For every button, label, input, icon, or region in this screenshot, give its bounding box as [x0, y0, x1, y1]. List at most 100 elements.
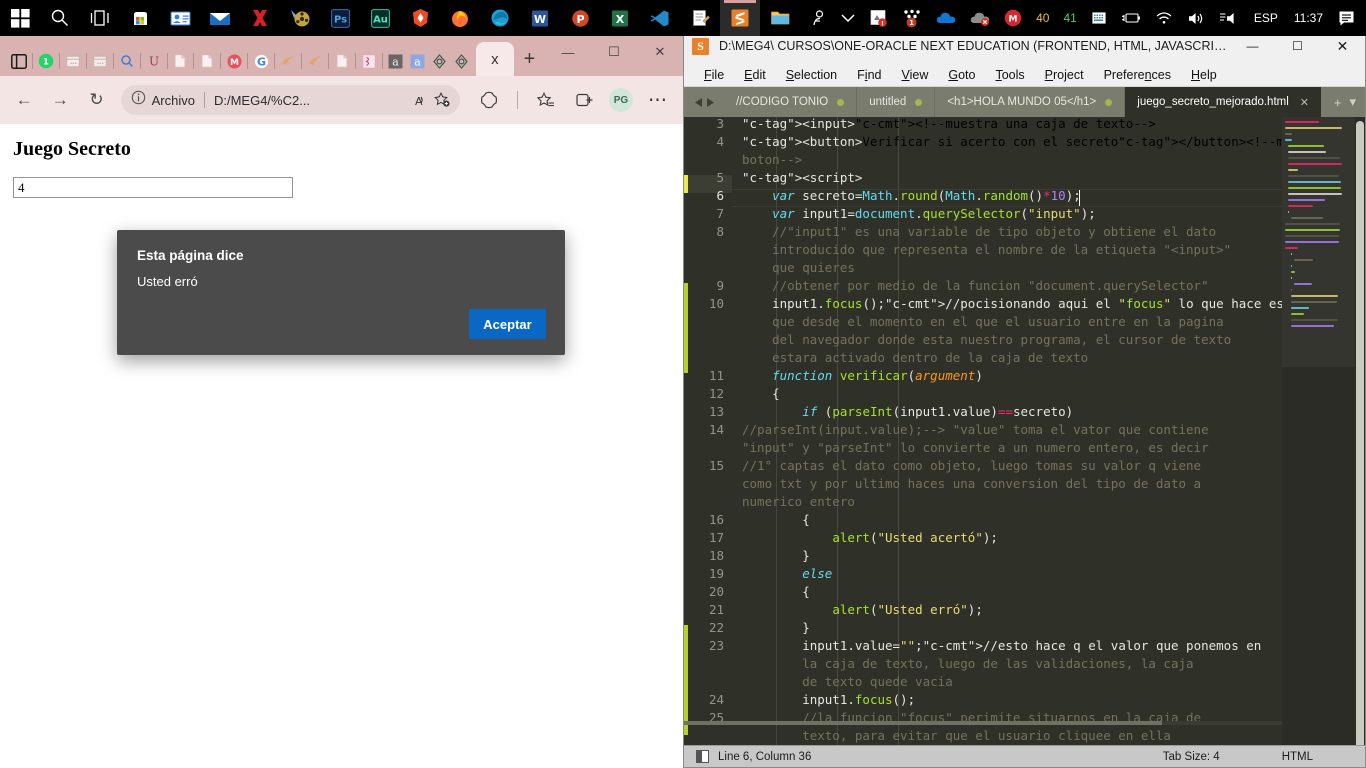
show-hidden-icons-icon[interactable]	[834, 0, 862, 36]
forward-button[interactable]: →	[45, 83, 75, 117]
minimap-scroll-thumb[interactable]	[1356, 121, 1364, 767]
tab-panel-icon[interactable]	[9, 46, 29, 76]
excel-icon[interactable]: X	[600, 0, 640, 36]
browser-active-tab[interactable]: x	[475, 42, 514, 76]
tab-favicon-whatsapp[interactable]: 1	[36, 46, 56, 76]
minimize-button[interactable]: —	[545, 36, 591, 68]
address-bar[interactable]: Archivo D:/MEG4/%C2... A	[120, 85, 460, 115]
menu-edit[interactable]: Edit	[734, 68, 776, 82]
tab-favicon-alura-dark[interactable]: a	[386, 46, 406, 76]
horizontal-scrollbar[interactable]	[684, 721, 1282, 725]
profile-avatar[interactable]: PG	[608, 88, 633, 112]
contacts-icon[interactable]	[160, 0, 200, 36]
photoshop-icon[interactable]: Ps	[320, 0, 360, 36]
film-reel-icon[interactable]	[280, 0, 320, 36]
browser-essentials-icon[interactable]	[472, 83, 506, 117]
powerpoint-icon[interactable]: P	[560, 0, 600, 36]
tab-close-icon[interactable]: ✕	[1300, 96, 1309, 109]
new-tab-icon[interactable]: +	[1334, 95, 1342, 110]
tray-counter-yellow[interactable]: 40	[1029, 0, 1056, 36]
windows-start-icon[interactable]	[0, 0, 40, 36]
new-tab-button[interactable]: +	[514, 42, 545, 76]
tab-favicon-doc1[interactable]	[170, 46, 190, 76]
tab-favicon-folder2[interactable]	[90, 46, 110, 76]
notification-center-icon[interactable]	[1331, 0, 1362, 36]
audition-icon[interactable]: Au	[360, 0, 400, 36]
favorites-icon[interactable]	[529, 83, 563, 117]
notepad-icon[interactable]	[680, 0, 720, 36]
secret-number-input[interactable]	[13, 177, 293, 198]
notification-badge-icon[interactable]: 1	[895, 0, 929, 36]
language-indicator[interactable]: ESP	[1246, 11, 1286, 25]
word-icon[interactable]: W	[520, 0, 560, 36]
onedrive-icon[interactable]	[929, 0, 963, 36]
mute-notification-icon[interactable]	[1212, 0, 1246, 36]
menu-file[interactable]: File	[694, 68, 734, 82]
brave-browser-icon[interactable]	[400, 0, 440, 36]
close-button[interactable]: ✕	[637, 36, 683, 68]
tab-favicon-alura-blue[interactable]: a	[408, 46, 428, 76]
horizontal-scroll-thumb[interactable]	[684, 721, 1163, 725]
microsoft-edge-icon[interactable]	[480, 0, 520, 36]
back-button[interactable]: ←	[9, 83, 39, 117]
more-options-icon[interactable]: ⋯	[641, 83, 675, 117]
onedrive-sync-warning-icon[interactable]: !	[862, 0, 895, 36]
reload-button[interactable]: ↻	[81, 83, 111, 117]
info-icon[interactable]	[131, 90, 146, 110]
syntax-label[interactable]: HTML	[1282, 751, 1313, 763]
sublime-tab-2[interactable]: <h1>HOLA MUNDO 05</h1>	[935, 87, 1126, 117]
menu-project[interactable]: Project	[1035, 68, 1094, 82]
tab-favicon-seneca1[interactable]	[278, 46, 298, 76]
tab-size-label[interactable]: Tab Size: 4	[1163, 751, 1220, 763]
wifi-icon[interactable]	[1148, 0, 1180, 36]
close-tab-icon[interactable]: x	[491, 51, 499, 68]
excel-x-icon[interactable]	[240, 0, 280, 36]
sidebar-toggle-icon[interactable]	[696, 750, 709, 763]
tab-favicon-oracle2[interactable]	[452, 46, 472, 76]
tab-actions-icon[interactable]	[567, 83, 601, 117]
volume-icon[interactable]	[1180, 0, 1212, 36]
editor-minimap[interactable]	[1282, 117, 1365, 767]
menu-preferences[interactable]: Preferences	[1094, 68, 1181, 82]
onedrive-paused-icon[interactable]	[963, 0, 997, 36]
vscode-icon[interactable]	[640, 0, 680, 36]
tab-favicon-doc3[interactable]	[332, 46, 352, 76]
read-aloud-icon[interactable]: A	[406, 88, 430, 112]
menu-selection[interactable]: Selection	[776, 68, 847, 82]
tab-favicon-google[interactable]: G	[251, 46, 271, 76]
menu-view[interactable]: View	[891, 68, 938, 82]
menu-find[interactable]: Find	[847, 68, 891, 82]
add-favorite-icon[interactable]	[430, 88, 454, 112]
code-editor-area[interactable]: "c-tag"><input>"c-cmt"><!--muestra una c…	[732, 117, 1365, 747]
menu-tools[interactable]: Tools	[985, 68, 1034, 82]
menu-goto[interactable]: Goto	[938, 68, 985, 82]
address-url-text[interactable]: D:/MEG4/%C2...	[214, 93, 406, 108]
dialog-accept-button[interactable]: Aceptar	[469, 309, 546, 339]
firefox-icon[interactable]	[440, 0, 480, 36]
keyboard-icon[interactable]	[1084, 0, 1114, 36]
sublime-text-icon[interactable]	[720, 0, 760, 36]
tab-favicon-u[interactable]: U	[144, 46, 164, 76]
clock[interactable]: 11:37	[1286, 11, 1331, 25]
tab-favicon-oracle1[interactable]	[430, 46, 450, 76]
mail-icon[interactable]	[200, 0, 240, 36]
file-explorer-icon[interactable]	[760, 0, 800, 36]
tab-scroll-arrows[interactable]	[684, 87, 724, 117]
search-icon[interactable]	[40, 0, 80, 36]
tab-favicon-seneca2[interactable]	[305, 46, 325, 76]
tab-favicon-folder1[interactable]	[63, 46, 83, 76]
microsoft-store-icon[interactable]	[120, 0, 160, 36]
task-view-icon[interactable]	[80, 0, 120, 36]
tab-favicon-doc2[interactable]	[197, 46, 217, 76]
tab-menu-chevron-icon[interactable]: ▾	[1349, 94, 1356, 110]
tab-favicon-search[interactable]	[117, 46, 137, 76]
tray-counter-green[interactable]: 41	[1056, 0, 1083, 36]
people-icon[interactable]	[802, 0, 834, 36]
sublime-tab-3-active[interactable]: juego_secreto_mejorado.html ✕	[1125, 87, 1322, 117]
tab-favicon-pink[interactable]	[359, 46, 379, 76]
menu-help[interactable]: Help	[1181, 68, 1227, 82]
sublime-tab-1[interactable]: untitled	[857, 87, 936, 117]
tab-favicon-m[interactable]: M	[224, 46, 244, 76]
sublime-tab-0[interactable]: //CODIGO TONIO	[724, 87, 858, 117]
maximize-button[interactable]: ☐	[591, 36, 637, 68]
